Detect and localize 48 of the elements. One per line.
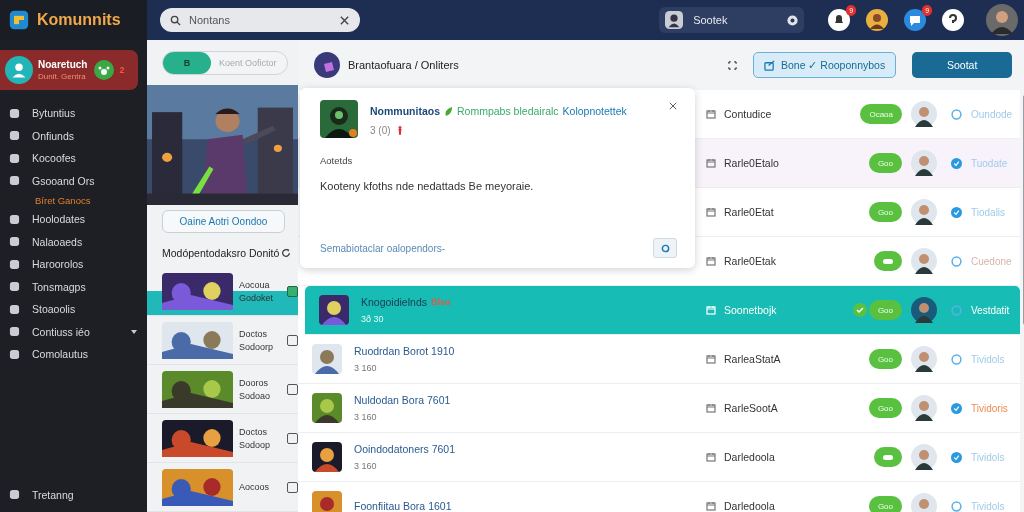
item-meta: 3 160 (354, 412, 378, 422)
status-text: Tividols (971, 500, 1005, 512)
section-label: Aotetds (320, 155, 354, 166)
status-text: Tividoris (971, 402, 1008, 414)
popup-tag: Kolopnotettek (562, 105, 627, 117)
item-category: RarleaStatA (724, 353, 781, 365)
app-name: Komunnits (37, 11, 121, 29)
popup-meta: 3 (0) (370, 125, 391, 136)
item-category: Rarle0Etalo (724, 157, 779, 169)
item-category: Rarle0Etak (724, 255, 776, 267)
popup-text: Kooteny kfoths nde nedattads Be meyoraie. (320, 180, 535, 192)
notification-count: 2 (119, 65, 125, 75)
item-title: Foonfiitau Bora 1601 (354, 500, 452, 512)
profile-subtitle: Dunit. Gentra (38, 72, 87, 81)
status-text: Vestdatit (971, 304, 1010, 316)
game-subtitle: Godoket (239, 292, 275, 303)
item-category: Darledoola (724, 500, 775, 512)
game-title: Doctos (239, 426, 269, 437)
game-title: Dooros (239, 377, 270, 388)
item-title: Ooindodatoners 7601 (354, 443, 455, 455)
popup-tag: Rommpabs bledairalc (457, 105, 559, 117)
status-text: Cuedone (971, 255, 1012, 267)
item-category: RarleSootA (724, 402, 778, 414)
status-text: Tividols (971, 353, 1005, 365)
game-title: Aocoua (239, 279, 271, 290)
game-subtitle: Sodoao (239, 390, 272, 401)
game-title: Aocoos (239, 482, 271, 492)
status-text: Tuodate (971, 157, 1008, 169)
section-heading: Modópentodaksro Donitó (162, 247, 280, 259)
profile-name: Noaretuch (38, 59, 88, 70)
item-title: Knogoidielnds (361, 296, 427, 308)
game-subtitle: Sodoop (239, 439, 272, 450)
item-meta: 3ð 30 (361, 314, 385, 324)
item-title: Nuldodan Bora 7601 (354, 394, 451, 406)
game-subtitle: Sodoorp (239, 341, 275, 352)
item-meta: 3 160 (354, 461, 378, 471)
item-category: Darledoola (724, 451, 775, 463)
status-text: Tiodalis (971, 206, 1006, 218)
tag: Blsu (430, 297, 451, 307)
item-category: Soonetbojk (724, 304, 777, 316)
status-text: Tividols (971, 451, 1005, 463)
item-category: Contudice (724, 108, 772, 120)
status-text: Oundode (971, 108, 1013, 120)
item-title: Ruodrdan Borot 1910 (354, 345, 455, 357)
game-title: Doctos (239, 328, 269, 339)
item-category: Rarle0Etat (724, 206, 774, 218)
popup-title: Nommunitaos (370, 105, 440, 117)
item-meta: 3 160 (354, 363, 378, 373)
